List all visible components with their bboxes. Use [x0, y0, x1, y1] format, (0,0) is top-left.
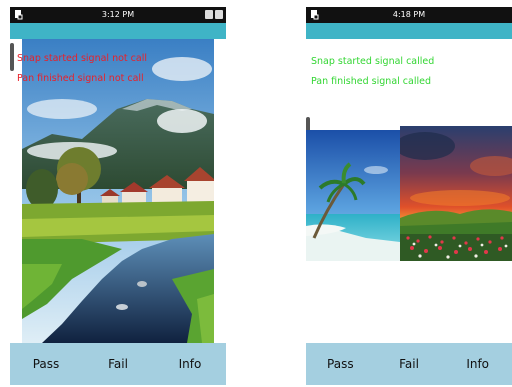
bottom-bar: Pass Fail Info — [10, 343, 226, 385]
snap-signal-status: Snap started signal not call — [17, 53, 147, 64]
beach-image[interactable] — [306, 130, 400, 261]
landscape-image[interactable] — [22, 39, 214, 343]
pass-button[interactable]: Pass — [10, 357, 82, 371]
status-bar: 3:12 PM — [10, 7, 226, 23]
sunset-image[interactable] — [400, 126, 512, 261]
content-area[interactable]: Snap started signal not call Pan finishe… — [10, 39, 226, 343]
bottom-bar: Pass Fail Info — [306, 343, 512, 385]
signal-icon — [205, 10, 213, 19]
title-strip — [10, 23, 226, 39]
left-screen: 3:12 PM Snap started signal not call Pan… — [10, 7, 226, 385]
status-bar: 4:18 PM — [306, 7, 512, 23]
info-button[interactable]: Info — [443, 357, 512, 371]
pass-button[interactable]: Pass — [306, 357, 375, 371]
fail-button[interactable]: Fail — [375, 357, 444, 371]
info-button[interactable]: Info — [154, 357, 226, 371]
content-area[interactable]: Snap started signal called Pan finished … — [306, 39, 512, 343]
title-strip — [306, 23, 512, 39]
right-screen: 4:18 PM Snap started signal called Pan f… — [306, 7, 512, 385]
fail-button[interactable]: Fail — [82, 357, 154, 371]
status-time: 4:18 PM — [392, 10, 426, 19]
status-time: 3:12 PM — [101, 10, 135, 19]
snap-signal-status: Snap started signal called — [311, 56, 435, 67]
pan-signal-status: Pan finished signal not call — [17, 73, 144, 84]
scroll-indicator[interactable] — [10, 43, 14, 71]
battery-icon — [215, 10, 223, 19]
pan-signal-status: Pan finished signal called — [311, 76, 431, 87]
